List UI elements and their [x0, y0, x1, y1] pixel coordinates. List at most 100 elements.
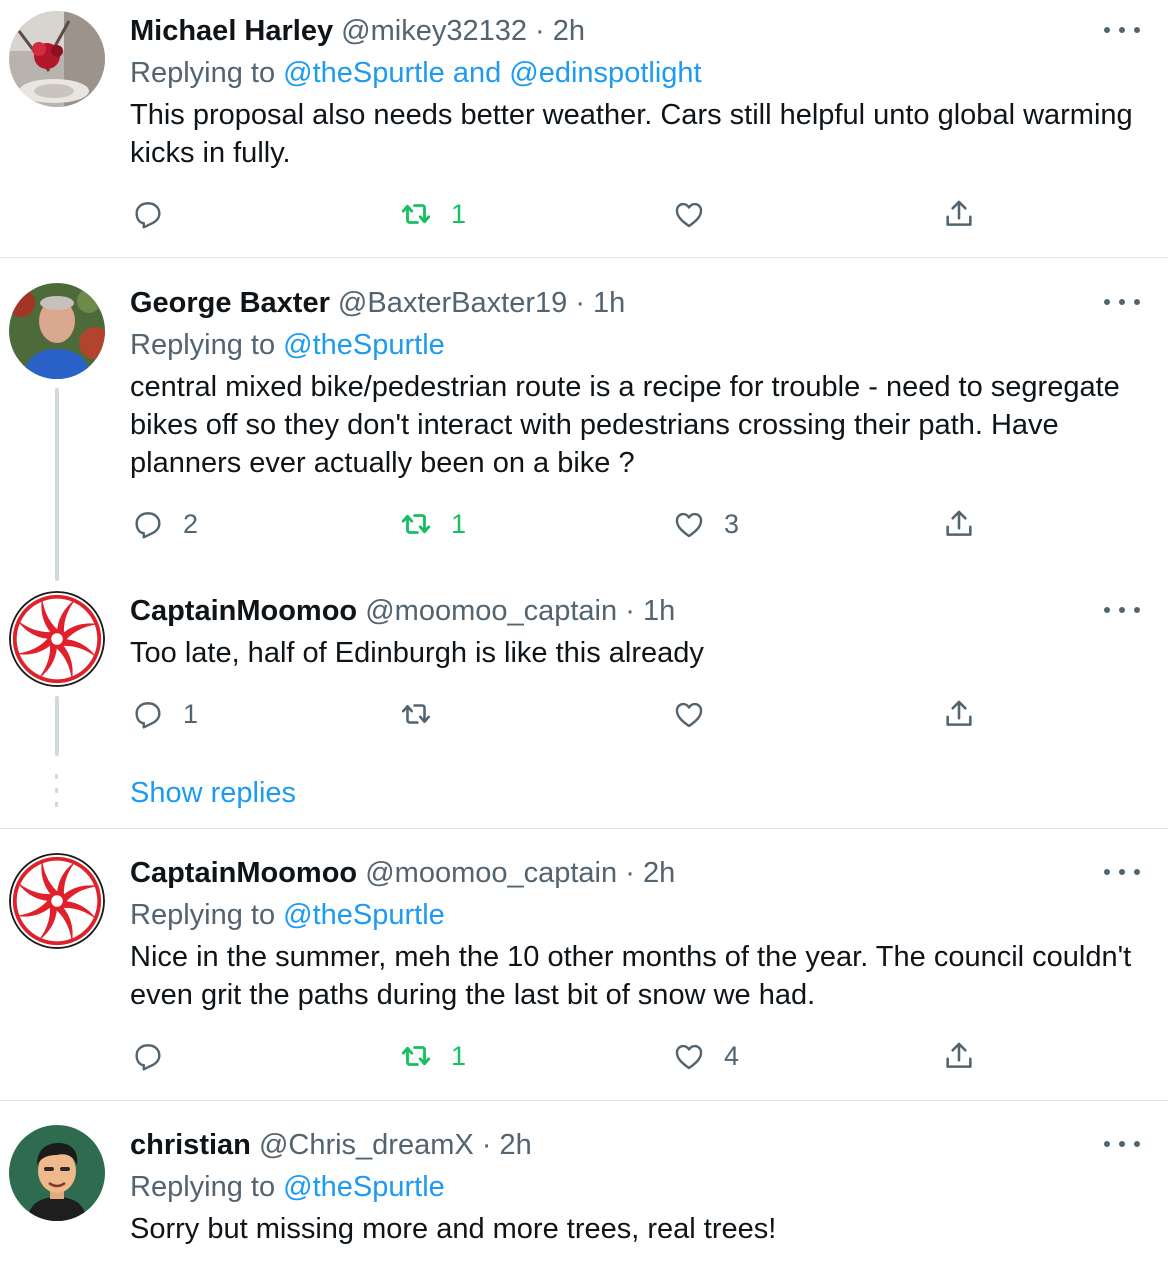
- replying-to-mentions[interactable]: @theSpurtle: [283, 329, 445, 361]
- avatar-christian[interactable]: [9, 1125, 105, 1221]
- flowers-photo-avatar: [9, 11, 105, 107]
- more-options-button[interactable]: [1104, 292, 1140, 312]
- divider: [0, 828, 1168, 829]
- avatar-george-baxter[interactable]: [9, 283, 105, 379]
- replying-to: Replying to @theSpurtle and @edinspotlig…: [130, 56, 702, 90]
- retweet-icon: [401, 514, 431, 534]
- reply-button[interactable]: [131, 1036, 183, 1076]
- user-name[interactable]: Michael Harley: [130, 15, 333, 47]
- retweet-button[interactable]: [399, 694, 451, 734]
- reply-icon: [135, 702, 161, 729]
- share-button[interactable]: [942, 694, 976, 734]
- dot-icon: [1134, 299, 1140, 305]
- like-button[interactable]: [672, 694, 724, 734]
- reply-button[interactable]: 1: [131, 694, 198, 734]
- dot-icon: [1134, 869, 1140, 875]
- like-button[interactable]: 4: [672, 1036, 739, 1076]
- user-handle[interactable]: @BaxterBaxter19: [338, 287, 567, 319]
- retweet-count: 1: [451, 1040, 467, 1071]
- user-name[interactable]: christian: [130, 1129, 251, 1161]
- dot-icon: [1119, 27, 1125, 33]
- tweet-header: George Baxter @BaxterBaxter19 · 1h: [130, 286, 625, 320]
- avatar-captainmoomoo[interactable]: [9, 853, 105, 949]
- retweet-button[interactable]: 1: [399, 194, 466, 234]
- like-count: 3: [724, 508, 740, 539]
- dot-icon: [1134, 1141, 1140, 1147]
- thread-line: [55, 696, 59, 756]
- divider: [0, 1100, 1168, 1101]
- share-button[interactable]: [942, 194, 976, 234]
- retweet-button[interactable]: 1: [399, 1036, 466, 1076]
- retweet-count: 1: [451, 198, 467, 229]
- avatar-michael-harley[interactable]: [9, 11, 105, 107]
- share-button[interactable]: [942, 504, 976, 544]
- retweet-icon: [401, 704, 431, 724]
- tweet-text: This proposal also needs better weather.…: [130, 99, 1133, 169]
- replying-to-prefix: Replying to: [130, 329, 276, 361]
- replying-to-prefix: Replying to: [130, 1171, 276, 1203]
- user-name[interactable]: CaptainMoomoo: [130, 857, 357, 889]
- tweet-text: Nice in the summer, meh the 10 other mon…: [130, 941, 1132, 1011]
- replying-to: Replying to @theSpurtle: [130, 898, 445, 932]
- reply-icon: [135, 1044, 161, 1071]
- tweet-header: christian @Chris_dreamX · 2h: [130, 1128, 532, 1162]
- dot-icon: [1134, 607, 1140, 613]
- user-handle[interactable]: @mikey32132: [341, 15, 527, 47]
- user-handle[interactable]: @moomoo_captain: [365, 857, 617, 889]
- reply-count: 1: [183, 698, 199, 729]
- peppermint-avatar: [9, 853, 105, 949]
- reply-count: 2: [183, 508, 199, 539]
- tweet-text: Sorry but missing more and more trees, r…: [130, 1213, 777, 1245]
- tweet-header: CaptainMoomoo @moomoo_captain · 2h: [130, 856, 675, 890]
- heart-icon: [675, 512, 703, 538]
- man-photo-avatar: [9, 283, 105, 379]
- more-options-button[interactable]: [1104, 20, 1140, 40]
- dot-icon: [1104, 299, 1110, 305]
- separator-dot: ·: [575, 287, 585, 319]
- separator-dot: ·: [625, 595, 635, 627]
- timestamp[interactable]: 1h: [593, 287, 625, 319]
- thread-line: [55, 388, 59, 581]
- replying-to-mentions[interactable]: @theSpurtle and @edinspotlight: [283, 57, 701, 89]
- peppermint-avatar: [9, 591, 105, 687]
- replying-to-prefix: Replying to: [130, 57, 276, 89]
- dot-icon: [1104, 869, 1110, 875]
- like-button[interactable]: 3: [672, 504, 739, 544]
- like-button[interactable]: [672, 194, 724, 234]
- show-replies-link[interactable]: Show replies: [130, 776, 296, 810]
- reply-button[interactable]: [131, 194, 183, 234]
- timestamp[interactable]: 1h: [643, 595, 675, 627]
- dot-icon: [1104, 607, 1110, 613]
- thread-dots: [55, 774, 59, 816]
- reply-button[interactable]: 2: [131, 504, 198, 544]
- cartoon-man-avatar: [9, 1125, 105, 1221]
- user-handle[interactable]: @moomoo_captain: [365, 595, 617, 627]
- dot-icon: [1119, 869, 1125, 875]
- more-options-button[interactable]: [1104, 600, 1140, 620]
- share-button[interactable]: [942, 1036, 976, 1076]
- tweet-text: central mixed bike/pedestrian route is a…: [130, 371, 1120, 479]
- replying-to: Replying to @theSpurtle: [130, 1170, 445, 1204]
- user-name[interactable]: George Baxter: [130, 287, 330, 319]
- separator-dot: ·: [625, 857, 635, 889]
- retweet-count: 1: [451, 508, 467, 539]
- share-icon: [946, 700, 972, 726]
- retweet-icon: [401, 204, 431, 224]
- retweet-button[interactable]: 1: [399, 504, 466, 544]
- more-options-button[interactable]: [1104, 862, 1140, 882]
- timestamp[interactable]: 2h: [500, 1129, 532, 1161]
- user-handle[interactable]: @Chris_dreamX: [259, 1129, 474, 1161]
- replying-to-mentions[interactable]: @theSpurtle: [283, 899, 445, 931]
- avatar-captainmoomoo[interactable]: [9, 591, 105, 687]
- timestamp[interactable]: 2h: [553, 15, 585, 47]
- tweet-text: Too late, half of Edinburgh is like this…: [130, 637, 704, 669]
- separator-dot: ·: [535, 15, 545, 47]
- share-icon: [946, 200, 972, 226]
- user-name[interactable]: CaptainMoomoo: [130, 595, 357, 627]
- replying-to-prefix: Replying to: [130, 899, 276, 931]
- more-options-button[interactable]: [1104, 1134, 1140, 1154]
- replying-to-mentions[interactable]: @theSpurtle: [283, 1171, 445, 1203]
- dot-icon: [1134, 27, 1140, 33]
- timestamp[interactable]: 2h: [643, 857, 675, 889]
- dot-icon: [1119, 299, 1125, 305]
